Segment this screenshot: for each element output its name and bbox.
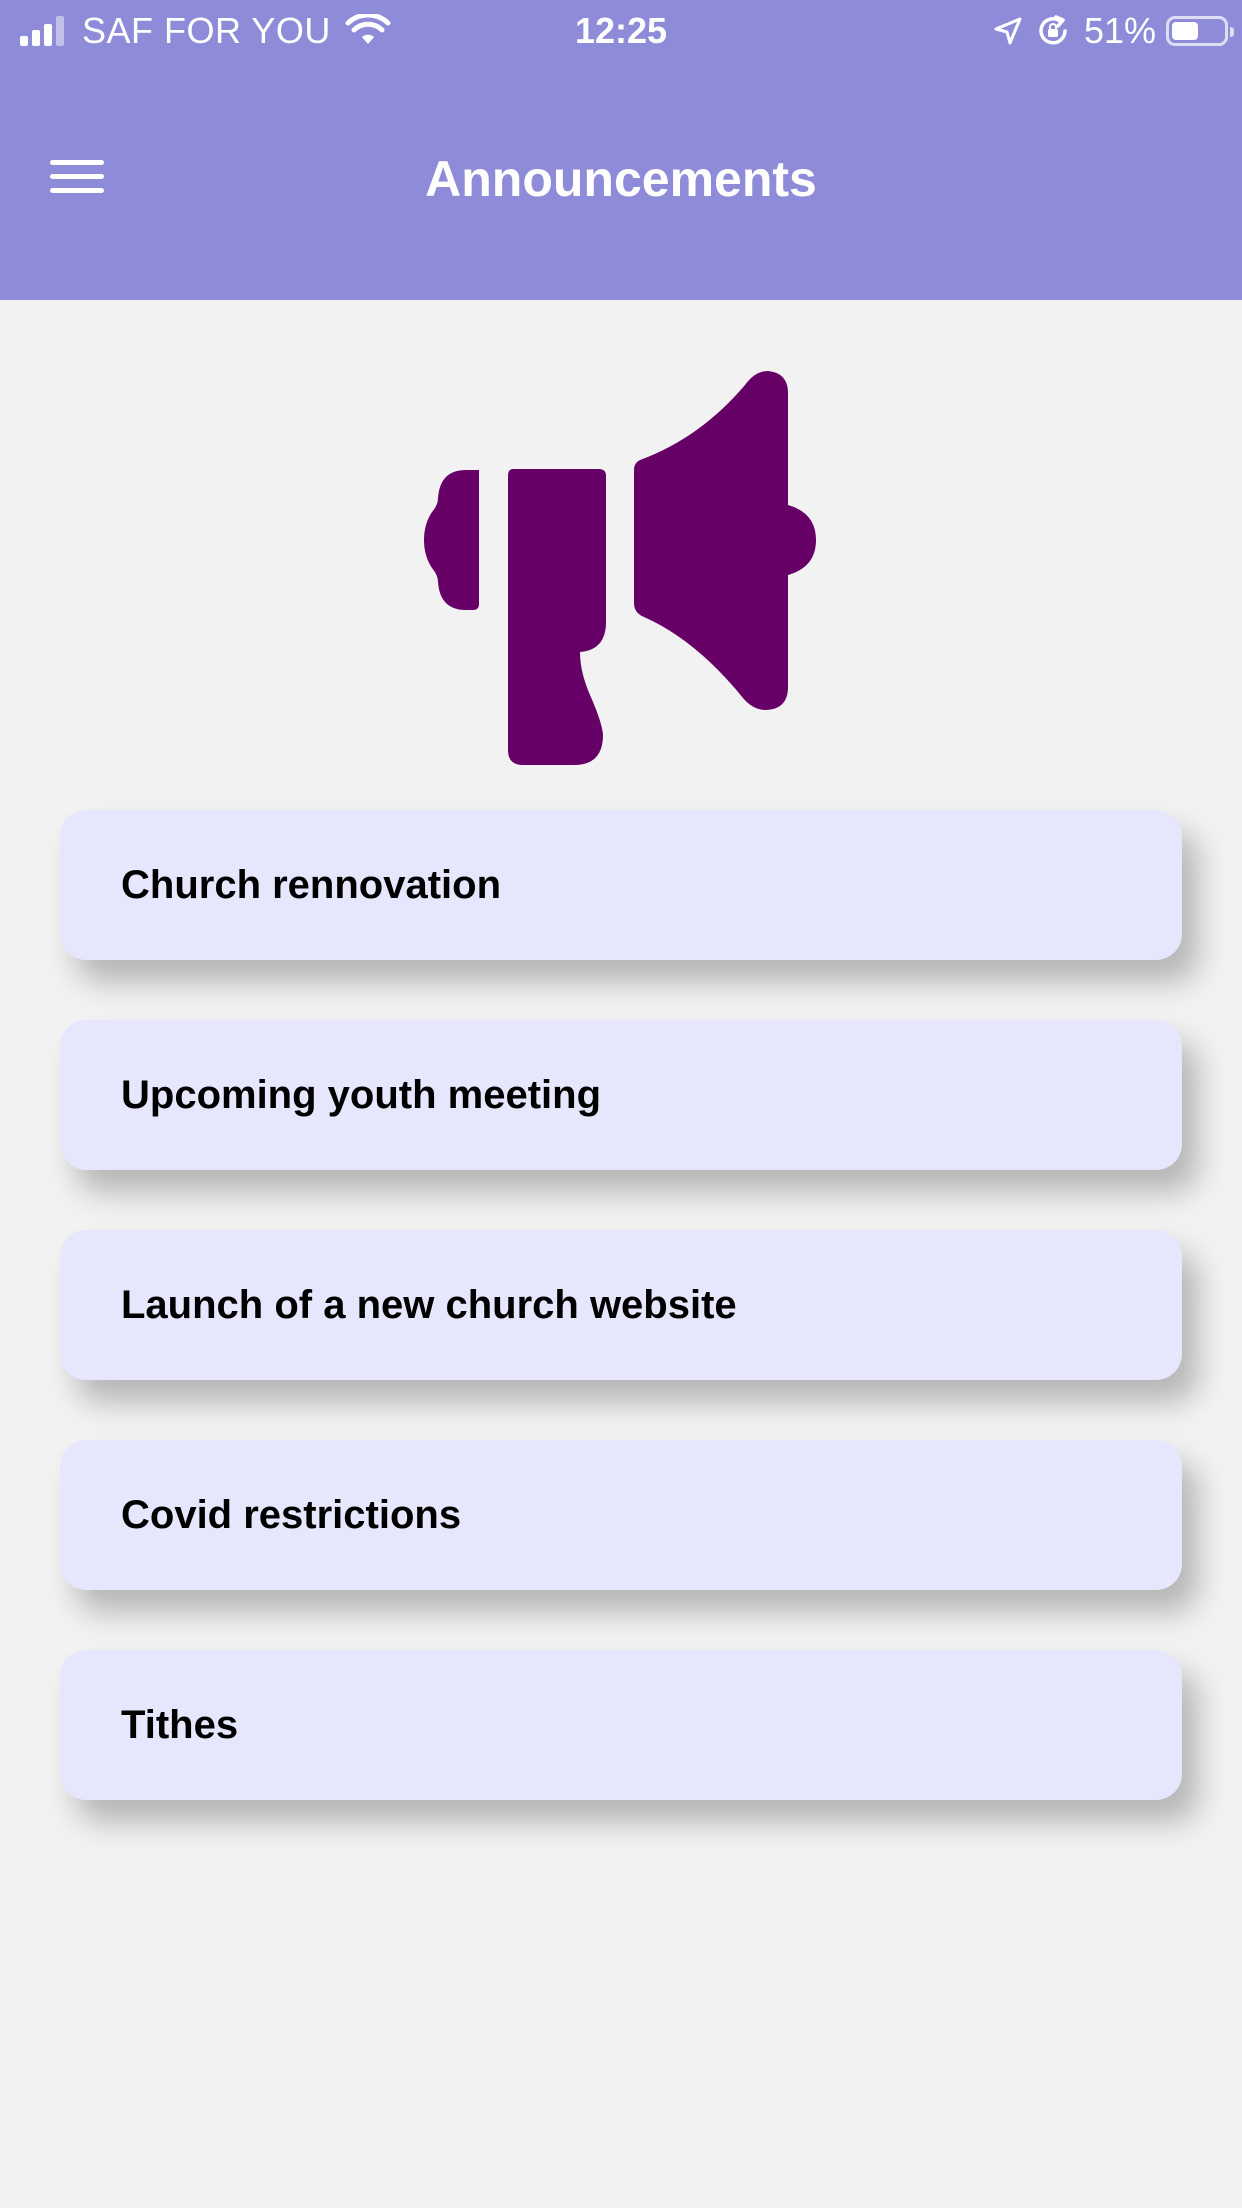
announcement-title: Covid restrictions (121, 1492, 462, 1537)
status-right: 51% (994, 8, 1234, 54)
announcement-title: Launch of a new church website (121, 1282, 737, 1327)
battery-percent: 51% (1083, 10, 1156, 51)
announcement-title: Tithes (121, 1702, 239, 1747)
announcement-card-tithes[interactable]: Tithes (60, 1650, 1182, 1800)
announcement-card-covid-restrictions[interactable]: Covid restrictions (60, 1440, 1182, 1590)
announcement-card-church-rennovation[interactable]: Church rennovation (60, 810, 1182, 960)
megaphone-icon (424, 371, 816, 765)
page-title: Announcements (425, 151, 817, 207)
announcement-title: Upcoming youth meeting (121, 1072, 601, 1117)
orientation-lock-icon (1039, 15, 1067, 45)
announcement-card-new-church-website[interactable]: Launch of a new church website (60, 1230, 1182, 1380)
announcement-title: Church rennovation (121, 862, 502, 907)
status-bar: SAF FOR YOU 12:25 51% (0, 0, 1242, 62)
battery-level-fill (1172, 22, 1198, 40)
announcement-list: Church rennovation Upcoming youth meetin… (60, 810, 1182, 1860)
app-header: SAF FOR YOU 12:25 51% Announcements (0, 0, 1242, 300)
announcement-card-upcoming-youth-meeting[interactable]: Upcoming youth meeting (60, 1020, 1182, 1170)
location-arrow-icon (994, 17, 1022, 45)
battery-icon (1166, 16, 1234, 46)
battery-tip (1230, 27, 1234, 37)
